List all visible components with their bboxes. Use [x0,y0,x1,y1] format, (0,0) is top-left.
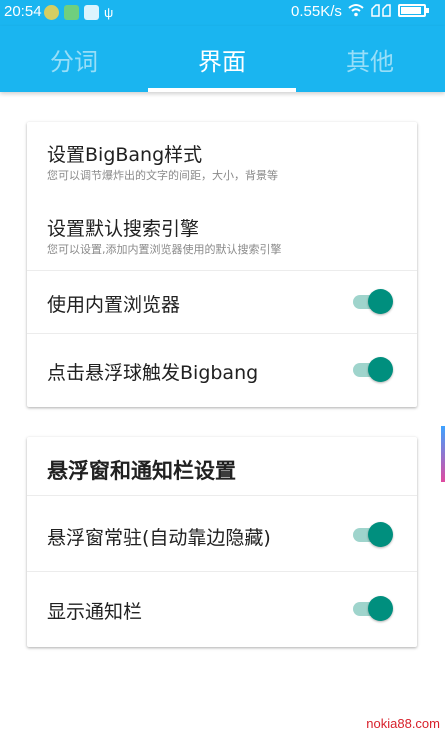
float-resident-switch[interactable] [353,522,393,547]
settings-card: 设置BigBang样式 您可以调节爆炸出的文字的间距，大小，背景等 设置默认搜索… [27,122,417,407]
watermark: nokia88.com [366,716,440,731]
status-right-icons [348,3,429,17]
show-notification-setting[interactable]: 显示通知栏 [27,572,417,644]
signal-icon [371,4,391,17]
builtin-browser-title: 使用内置浏览器 [47,294,181,316]
default-search-title: 设置默认搜索引擎 [47,218,200,240]
usb-icon: ψ [104,5,114,20]
bigbang-style-subtitle: 您可以调节爆炸出的文字的间距，大小，背景等 [47,169,278,182]
floating-ball-edge[interactable] [441,426,445,482]
switch-thumb [368,289,393,314]
float-window-card: 悬浮窗和通知栏设置 悬浮窗常驻(自动靠边隐藏) 显示通知栏 [27,437,417,647]
float-trigger-switch[interactable] [353,357,393,382]
builtin-browser-setting[interactable]: 使用内置浏览器 [27,271,417,333]
switch-thumb [368,357,393,382]
tab-other[interactable]: 其他 [296,26,444,92]
default-search-setting[interactable]: 设置默认搜索引擎 您可以设置,添加内置浏览器使用的默认搜索引擎 [27,196,417,270]
notification-app-icon [64,5,79,20]
wifi-icon [348,4,364,17]
tab-segmentation[interactable]: 分词 [0,26,148,92]
show-notification-title: 显示通知栏 [47,601,143,623]
section-header: 悬浮窗和通知栏设置 [47,459,236,483]
show-notification-switch[interactable] [353,596,393,621]
switch-thumb [368,596,393,621]
switch-thumb [368,522,393,547]
tab-indicator [148,88,296,92]
default-search-subtitle: 您可以设置,添加内置浏览器使用的默认搜索引擎 [47,243,282,256]
notification-app-icon [44,5,59,20]
notification-icons: ψ [44,5,113,20]
status-time: 20:54 [4,3,42,20]
battery-level [401,6,421,14]
bigbang-style-setting[interactable]: 设置BigBang样式 您可以调节爆炸出的文字的间距，大小，背景等 [27,122,417,196]
screenshot-icon [84,5,99,20]
battery-icon [398,3,429,17]
network-speed: 0.55K/s [291,3,342,20]
tab-bar: 分词 界面 其他 [0,26,445,92]
float-trigger-title: 点击悬浮球触发Bigbang [47,362,259,384]
builtin-browser-switch[interactable] [353,289,393,314]
float-resident-title: 悬浮窗常驻(自动靠边隐藏) [47,527,271,549]
float-trigger-setting[interactable]: 点击悬浮球触发Bigbang [27,334,417,404]
float-resident-setting[interactable]: 悬浮窗常驻(自动靠边隐藏) [27,496,417,571]
bigbang-style-title: 设置BigBang样式 [47,144,203,166]
tab-interface[interactable]: 界面 [148,26,296,92]
status-bar: 20:54 ψ 0.55K/s [0,0,445,26]
